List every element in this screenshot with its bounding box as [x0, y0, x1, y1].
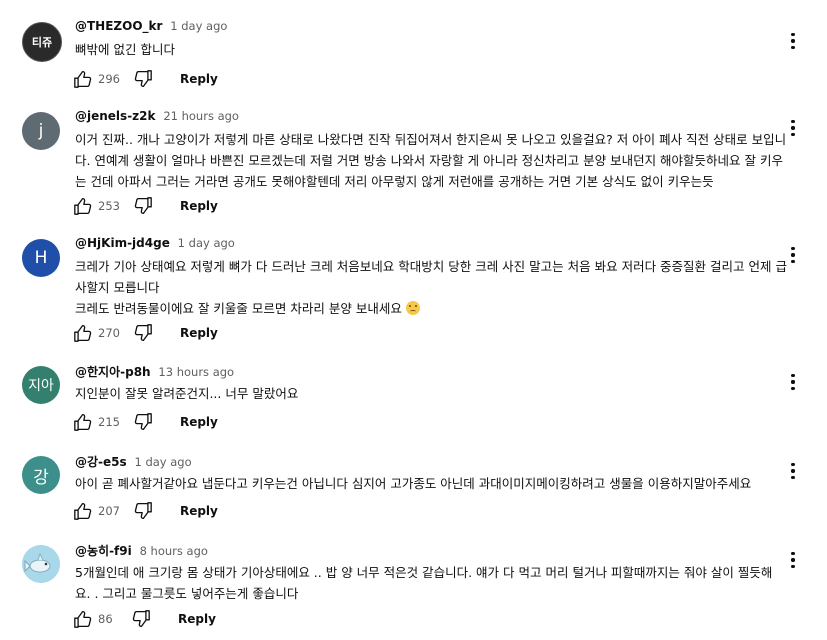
fish-avatar-image — [22, 545, 60, 583]
comment-actions: 253 Reply — [72, 196, 218, 216]
thumbs-up-icon — [74, 70, 92, 88]
comment-author[interactable]: @농히-f9i — [75, 544, 132, 558]
reply-button[interactable]: Reply — [180, 72, 218, 86]
like-button[interactable] — [72, 412, 94, 432]
thumbs-down-icon — [132, 610, 150, 628]
comment-line: 아이 곧 폐사할거같아요 냅둔다고 키우는건 아닙니다 심지어 고가종도 아닌데… — [75, 476, 752, 491]
comment-text: 크레가 기아 상태예요 저렇게 뼈가 다 드러난 크레 처음보네요 학대방치 당… — [75, 256, 787, 319]
comment-time[interactable]: 1 day ago — [170, 19, 227, 33]
dislike-button[interactable] — [130, 609, 152, 629]
thumbs-up-icon — [74, 413, 92, 431]
thumbs-up-icon — [74, 610, 92, 628]
thumbs-up-icon — [74, 197, 92, 215]
comment-header: @jenels-z2k 21 hours ago — [75, 109, 239, 123]
comment-time[interactable]: 1 day ago — [134, 455, 191, 469]
comment-line: 크레도 반려동물이에요 잘 키울줄 모르면 차라리 분양 보내세요 — [75, 301, 402, 316]
avatar-text: j — [38, 121, 44, 141]
like-button[interactable] — [72, 501, 94, 521]
comment-line: 크레가 기아 상태예요 저렇게 뼈가 다 드러난 크레 처음보네요 학대방치 당… — [75, 259, 787, 295]
like-count: 215 — [98, 415, 120, 429]
comment-header: @농히-f9i 8 hours ago — [75, 542, 208, 559]
like-count: 207 — [98, 504, 120, 518]
comment-line: 지인분이 잘못 알려준건지... 너무 말랐어요 — [75, 386, 299, 401]
comment-actions: 296 Reply — [72, 69, 218, 89]
thumbs-down-icon — [134, 70, 152, 88]
reply-button[interactable]: Reply — [180, 326, 218, 340]
comment-text: 아이 곧 폐사할거같아요 냅둔다고 키우는건 아닙니다 심지어 고가종도 아닌데… — [75, 473, 787, 494]
more-vert-icon[interactable] — [786, 461, 800, 481]
more-vert-icon[interactable] — [786, 118, 800, 138]
comment-author[interactable]: @한지아-p8h — [75, 365, 151, 379]
comment-header: @THEZOO_kr 1 day ago — [75, 19, 227, 33]
reply-button[interactable]: Reply — [180, 504, 218, 518]
comment-text: 5개월인데 애 크기랑 몸 상태가 기아상태에요 .. 밥 양 너무 적은것 같… — [75, 562, 787, 604]
comment-header: @HjKim-jd4ge 1 day ago — [75, 236, 235, 250]
comment-time[interactable]: 13 hours ago — [158, 365, 234, 379]
avatar[interactable]: 지아 — [22, 366, 60, 404]
thumbs-down-icon — [134, 502, 152, 520]
like-button[interactable] — [72, 323, 94, 343]
comment-actions: 270 Reply — [72, 323, 218, 343]
comment-header: @한지아-p8h 13 hours ago — [75, 363, 234, 380]
thumbs-up-icon — [74, 324, 92, 342]
comment-author[interactable]: @HjKim-jd4ge — [75, 236, 170, 250]
like-count: 270 — [98, 326, 120, 340]
comment-author[interactable]: @THEZOO_kr — [75, 19, 162, 33]
more-vert-icon[interactable] — [786, 550, 800, 570]
like-count: 253 — [98, 199, 120, 213]
dislike-button[interactable] — [132, 323, 154, 343]
like-count: 86 — [98, 612, 113, 626]
dislike-button[interactable] — [132, 196, 154, 216]
reply-button[interactable]: Reply — [178, 612, 216, 626]
comment-time[interactable]: 1 day ago — [178, 236, 235, 250]
avatar[interactable]: 강 — [22, 456, 60, 494]
dislike-button[interactable] — [132, 412, 154, 432]
dislike-button[interactable] — [132, 69, 154, 89]
comment-actions: 86 Reply — [72, 609, 216, 629]
avatar[interactable]: j — [22, 112, 60, 150]
avatar-text: H — [34, 248, 48, 268]
like-button[interactable] — [72, 196, 94, 216]
thumbs-down-icon — [134, 413, 152, 431]
sad-face-emoji — [405, 301, 420, 315]
comment-time[interactable]: 21 hours ago — [163, 109, 239, 123]
comment-line: 이거 진짜.. 개나 고양이가 저렇게 마른 상태로 나왔다면 진작 뒤집어져서… — [75, 132, 787, 189]
thumbs-down-icon — [134, 324, 152, 342]
like-button[interactable] — [72, 609, 94, 629]
more-vert-icon[interactable] — [786, 372, 800, 392]
comment-actions: 215 Reply — [72, 412, 218, 432]
thumbs-down-icon — [134, 197, 152, 215]
comment-author[interactable]: @jenels-z2k — [75, 109, 155, 123]
comment-line-with-emoji: 크레도 반려동물이에요 잘 키울줄 모르면 차라리 분양 보내세요 — [75, 298, 787, 319]
reply-button[interactable]: Reply — [180, 199, 218, 213]
avatar-text: 티쥬 — [31, 36, 53, 49]
comment-author[interactable]: @강-e5s — [75, 455, 127, 469]
comment-actions: 207 Reply — [72, 501, 218, 521]
avatar-text: 지아 — [28, 378, 54, 394]
avatar[interactable]: H — [22, 239, 60, 277]
more-vert-icon[interactable] — [786, 245, 800, 265]
thumbs-up-icon — [74, 502, 92, 520]
comment-text: 지인분이 잘못 알려준건지... 너무 말랐어요 — [75, 383, 787, 404]
comment-text: 뼈밖에 없긴 합니다 — [75, 39, 787, 60]
more-vert-icon[interactable] — [786, 31, 800, 51]
avatar[interactable] — [22, 545, 60, 583]
dislike-button[interactable] — [132, 501, 154, 521]
reply-button[interactable]: Reply — [180, 415, 218, 429]
like-count: 296 — [98, 72, 120, 86]
comment-text: 이거 진짜.. 개나 고양이가 저렇게 마른 상태로 나왔다면 진작 뒤집어져서… — [75, 129, 787, 192]
like-button[interactable] — [72, 69, 94, 89]
avatar-text: 강 — [33, 467, 49, 488]
comment-line: 5개월인데 애 크기랑 몸 상태가 기아상태에요 .. 밥 양 너무 적은것 같… — [75, 565, 773, 601]
comment-line: 뼈밖에 없긴 합니다 — [75, 42, 175, 57]
avatar[interactable]: 티쥬 — [22, 22, 62, 62]
comment-header: @강-e5s 1 day ago — [75, 453, 192, 470]
comment-time[interactable]: 8 hours ago — [140, 544, 208, 558]
